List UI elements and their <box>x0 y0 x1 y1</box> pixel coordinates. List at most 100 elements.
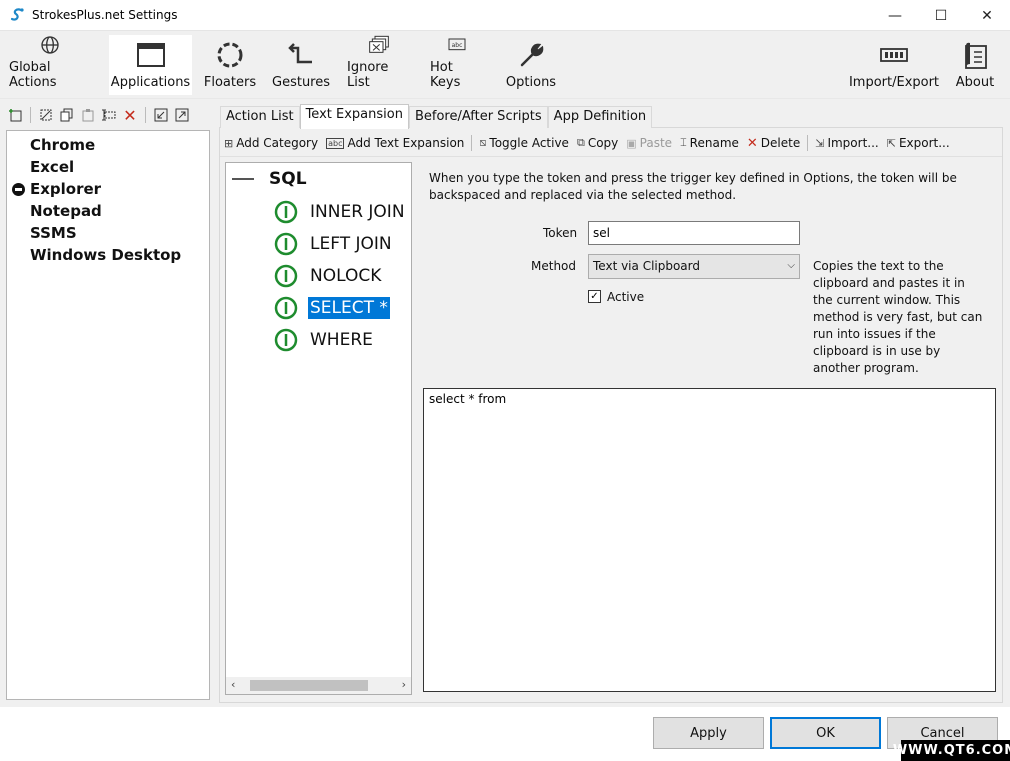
rename-button[interactable]: ⌶ Rename <box>676 132 743 154</box>
tab-before-after-scripts[interactable]: Before/After Scripts <box>408 106 548 128</box>
toolbar-gestures[interactable]: Gestures <box>268 35 334 95</box>
paste-button[interactable]: ▣ Paste <box>622 132 676 154</box>
delete-icon[interactable]: ✕ <box>121 106 139 125</box>
tab-action-list[interactable]: Action List <box>220 106 300 128</box>
button-label: Copy <box>587 136 619 150</box>
list-item[interactable]: Explorer <box>12 180 101 198</box>
app-list-toolbar: ✕ <box>6 105 191 125</box>
ignore-icon <box>369 35 389 53</box>
paste-icon[interactable] <box>79 106 97 124</box>
toolbar-label: Import/Export <box>848 75 940 90</box>
tree-node-selected[interactable]: SELECT * <box>274 296 390 320</box>
method-label: Method <box>531 259 577 273</box>
active-checkbox[interactable]: ✓ <box>588 290 601 303</box>
list-item[interactable]: Excel <box>30 158 74 176</box>
import-icon[interactable] <box>152 106 170 124</box>
list-item[interactable]: Windows Desktop <box>30 246 181 264</box>
app-label: Excel <box>30 158 75 176</box>
checkmark-icon: ✓ <box>590 291 599 302</box>
toolbar-label: Floaters <box>203 75 257 90</box>
active-label: Active <box>607 290 645 304</box>
button-label: Import... <box>827 136 879 150</box>
power-active-icon <box>274 296 298 320</box>
toolbar-global-actions[interactable]: Global Actions <box>3 35 97 95</box>
add-app-icon[interactable] <box>6 106 24 124</box>
app-label: Notepad <box>30 202 102 220</box>
scroll-left-icon[interactable]: ‹ <box>231 678 235 691</box>
power-active-icon <box>274 232 298 256</box>
toolbar-label: Global Actions <box>9 60 57 90</box>
list-item[interactable]: Chrome <box>30 136 95 154</box>
tree-node[interactable]: WHERE <box>274 328 375 352</box>
tree-horizontal-scrollbar[interactable]: ‹ › <box>226 677 411 694</box>
window-icon <box>136 43 165 67</box>
close-button[interactable]: ✕ <box>964 0 1010 31</box>
delete-button[interactable]: ✕ Delete <box>743 132 804 154</box>
export-button[interactable]: ⇱ Export... <box>883 132 954 154</box>
toolbar-ignore-list[interactable]: Ignore List <box>341 35 417 95</box>
tab-label: Action List <box>226 109 294 124</box>
tree-node-label: WHERE <box>310 330 373 350</box>
apply-button[interactable]: Apply <box>653 717 764 749</box>
application-list: Chrome Excel Explorer Notepad SSMS Windo… <box>6 130 210 700</box>
toolbar-import-export[interactable]: Import/Export <box>846 35 942 95</box>
button-label: Delete <box>760 136 801 150</box>
button-label: Rename <box>689 136 739 150</box>
rename-icon[interactable] <box>100 106 118 124</box>
text-expansion-toolbar: ⊞ Add Category abc Add Text Expansion ⧅ Tog… <box>220 130 1002 157</box>
copy-icon[interactable] <box>58 106 76 124</box>
import-button[interactable]: ⇲ Import... <box>811 132 883 154</box>
tree-node[interactable]: INNER JOIN <box>274 200 407 224</box>
token-input[interactable] <box>588 221 800 245</box>
button-label: Paste <box>639 136 673 150</box>
maximize-icon: ☐ <box>934 7 948 24</box>
tree-node-label: SELECT * <box>308 297 390 319</box>
toolbar-options[interactable]: Options <box>501 35 561 95</box>
scrollbar-thumb[interactable] <box>250 680 368 691</box>
add-text-expansion-button[interactable]: abc Add Text Expansion <box>322 132 468 154</box>
toolbar-label: Hot Keys <box>430 60 461 90</box>
collapse-icon[interactable] <box>232 178 254 180</box>
hotkeys-icon: abc <box>448 38 466 51</box>
toolbar-separator <box>30 107 31 123</box>
toggle-active-icon[interactable] <box>37 106 55 124</box>
globe-icon <box>41 36 59 54</box>
toolbar-floaters[interactable]: Floaters <box>201 35 259 95</box>
tree-node-label: LEFT JOIN <box>310 234 392 254</box>
button-label: OK <box>816 725 835 741</box>
main-toolbar: Global Actions Applications Floaters Ges… <box>0 31 1010 99</box>
toolbar-about[interactable]: About <box>950 35 1000 95</box>
toolbar-applications[interactable]: Applications <box>109 35 192 95</box>
minimize-button[interactable]: — <box>872 0 918 31</box>
method-select[interactable]: Text via Clipboard ⌵ <box>588 254 800 279</box>
tab-strip: Action List Text Expansion Before/After … <box>220 104 653 129</box>
ok-button[interactable]: OK <box>770 717 881 749</box>
tree-category[interactable]: SQL <box>269 169 307 189</box>
button-label: Add Text Expansion <box>347 136 465 150</box>
add-category-button[interactable]: ⊞ Add Category <box>220 132 322 154</box>
app-label: Windows Desktop <box>30 246 182 264</box>
button-label: Export... <box>898 136 950 150</box>
list-item[interactable]: SSMS <box>30 224 77 242</box>
list-item[interactable]: Notepad <box>30 202 102 220</box>
tab-text-expansion[interactable]: Text Expansion <box>299 104 409 129</box>
paste-icon: ▣ <box>626 136 637 150</box>
toolbar-hot-keys[interactable]: abc Hot Keys <box>424 35 490 95</box>
export-icon[interactable] <box>173 106 191 124</box>
toolbar-label: Ignore List <box>347 60 389 90</box>
tree-node[interactable]: NOLOCK <box>274 264 383 288</box>
expansion-content-editor[interactable]: select * from <box>423 388 996 692</box>
toggle-active-button[interactable]: ⧅ Toggle Active <box>475 132 573 154</box>
power-active-icon <box>274 200 298 224</box>
tree-node[interactable]: LEFT JOIN <box>274 232 394 256</box>
tab-app-definition[interactable]: App Definition <box>547 106 653 128</box>
copy-icon: ⧉ <box>576 136 585 149</box>
copy-button[interactable]: ⧉ Copy <box>573 132 622 154</box>
import-export-icon <box>880 48 908 62</box>
minimize-icon: — <box>888 7 902 24</box>
button-label: Cancel <box>920 725 965 741</box>
chevron-down-icon: ⌵ <box>787 260 795 271</box>
delete-icon: ✕ <box>746 135 758 151</box>
scroll-right-icon[interactable]: › <box>402 678 406 691</box>
maximize-button[interactable]: ☐ <box>918 0 964 31</box>
